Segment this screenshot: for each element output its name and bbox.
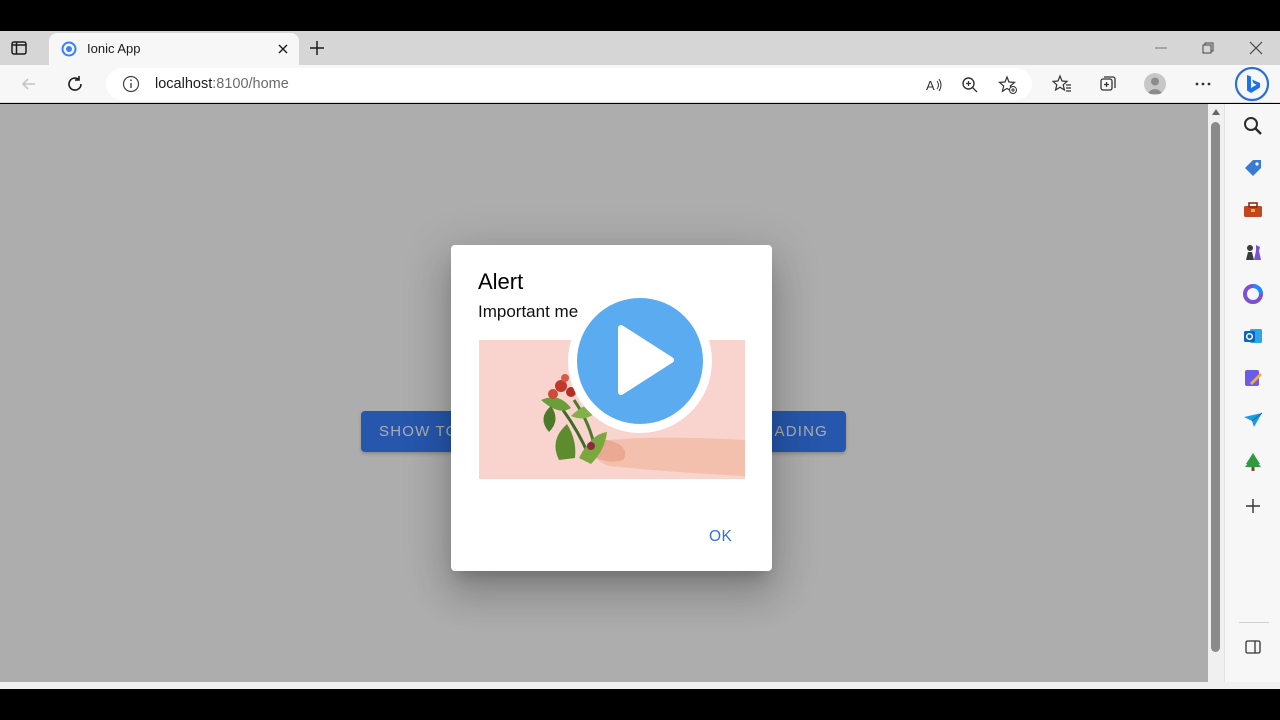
- alert-title: Alert: [478, 269, 524, 294]
- window-bottom-edge: [0, 682, 1280, 689]
- restore-icon[interactable]: [1199, 39, 1217, 57]
- tab-actions-icon[interactable]: [10, 39, 28, 57]
- drop-icon[interactable]: [1242, 367, 1264, 389]
- tree-icon[interactable]: [1242, 451, 1264, 473]
- info-icon[interactable]: [122, 75, 140, 93]
- search-icon[interactable]: [1242, 115, 1264, 137]
- bing-icon[interactable]: [1234, 66, 1270, 102]
- ionic-favicon-icon: [61, 41, 77, 57]
- screen-frame: Ionic App localhost:8100/home A SHOW TO …: [0, 0, 1280, 720]
- sidebar-divider: [1239, 622, 1269, 623]
- zoom-icon[interactable]: [960, 75, 980, 95]
- url-text[interactable]: localhost:8100/home: [155, 76, 289, 92]
- close-tab-icon[interactable]: [275, 41, 291, 57]
- svg-text:A: A: [926, 78, 935, 93]
- more-icon[interactable]: [1193, 74, 1213, 94]
- back-icon[interactable]: [19, 74, 39, 94]
- scroll-thumb[interactable]: [1211, 122, 1220, 652]
- read-aloud-icon[interactable]: A: [924, 75, 944, 95]
- url-path: :8100/home: [212, 76, 289, 92]
- tag-icon[interactable]: [1242, 157, 1264, 179]
- tab-title: Ionic App: [87, 41, 141, 56]
- add-favorite-icon[interactable]: [998, 75, 1018, 95]
- edge-sidebar: [1224, 104, 1280, 682]
- close-window-icon[interactable]: [1247, 39, 1265, 57]
- collections-icon[interactable]: [1098, 74, 1118, 94]
- browser-toolbar: localhost:8100/home A: [0, 65, 1280, 103]
- chess-icon[interactable]: [1242, 241, 1264, 263]
- browser-tab[interactable]: Ionic App: [49, 33, 299, 65]
- play-video-icon[interactable]: [566, 287, 714, 435]
- scrollbar[interactable]: [1208, 104, 1224, 682]
- new-tab-icon[interactable]: [308, 39, 326, 57]
- address-bar[interactable]: localhost:8100/home A: [106, 68, 1032, 100]
- alert-ok-button[interactable]: OK: [709, 528, 732, 546]
- url-host: localhost: [155, 76, 213, 92]
- scroll-up-icon[interactable]: [1211, 108, 1221, 116]
- refresh-icon[interactable]: [65, 74, 85, 94]
- favorites-icon[interactable]: [1052, 74, 1072, 94]
- alert-message: Important me: [478, 302, 579, 321]
- add-icon[interactable]: [1242, 495, 1264, 517]
- microsoft365-icon[interactable]: [1242, 283, 1264, 305]
- tab-strip: Ionic App: [0, 31, 1280, 65]
- profile-avatar[interactable]: [1144, 73, 1166, 95]
- minimize-icon[interactable]: [1152, 39, 1170, 57]
- person-icon: [1147, 77, 1163, 94]
- outlook-icon[interactable]: [1242, 325, 1264, 347]
- send-icon[interactable]: [1242, 409, 1264, 431]
- sidebar-panel-icon[interactable]: [1242, 636, 1264, 658]
- toolbox-icon[interactable]: [1242, 199, 1264, 221]
